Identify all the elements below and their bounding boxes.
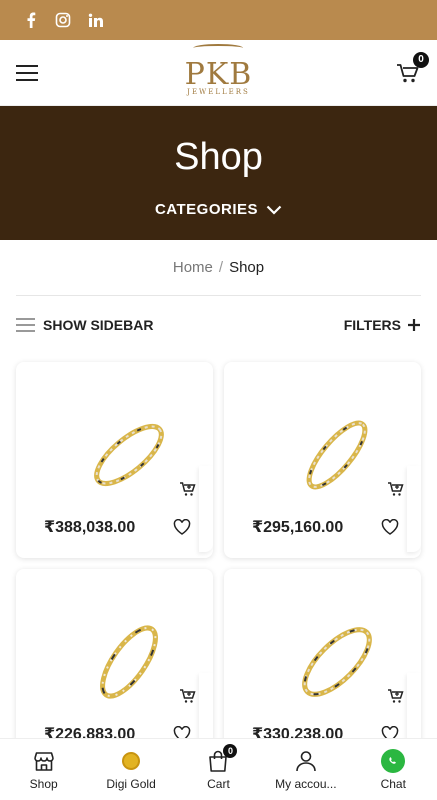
show-sidebar-button[interactable]: SHOW SIDEBAR (16, 317, 153, 333)
card-action-strip (199, 466, 213, 552)
header-cart-button[interactable]: 0 (395, 51, 429, 86)
add-to-cart-icon[interactable] (179, 480, 197, 498)
product-price: ₹295,160.00 (252, 519, 344, 536)
nav-cart-badge: 0 (223, 744, 238, 758)
page-title: Shop (174, 136, 263, 178)
categories-label: CATEGORIES (154, 201, 259, 218)
product-image[interactable] (84, 624, 174, 700)
user-icon (293, 748, 319, 774)
add-to-cart-icon[interactable] (179, 687, 197, 705)
breadcrumb-separator: / (218, 259, 224, 276)
menu-icon[interactable] (16, 64, 38, 81)
site-header: PKB JEWELLERS 0 (0, 40, 437, 106)
categories-toggle[interactable]: CATEGORIES (155, 201, 282, 218)
add-to-cart-icon[interactable] (387, 480, 405, 498)
nav-my-account[interactable]: My accou... (263, 748, 349, 791)
facebook-icon[interactable] (22, 11, 40, 29)
sidebar-lines-icon (16, 318, 35, 332)
breadcrumb-current: Shop (229, 259, 265, 276)
nav-shop[interactable]: Shop (1, 748, 87, 791)
nav-chat-label: Chat (380, 777, 406, 791)
product-card[interactable]: ₹388,038.00 (16, 362, 213, 558)
nav-cart-label: Cart (207, 777, 230, 791)
product-card[interactable]: ₹295,160.00 (224, 362, 421, 558)
product-image[interactable] (292, 417, 382, 493)
store-icon (31, 748, 57, 774)
gold-coin-icon (118, 748, 144, 774)
add-to-cart-icon[interactable] (387, 687, 405, 705)
nav-shop-label: Shop (29, 777, 58, 791)
filters-label: FILTERS (343, 317, 401, 333)
site-logo[interactable]: PKB JEWELLERS (185, 44, 253, 96)
show-sidebar-label: SHOW SIDEBAR (43, 317, 154, 333)
cart-count-badge: 0 (413, 51, 429, 68)
card-action-strip (407, 466, 421, 552)
breadcrumb: Home / Shop (16, 240, 421, 296)
product-image[interactable] (292, 624, 382, 700)
product-card[interactable]: ₹330,238.00 (224, 569, 421, 765)
nav-chat[interactable]: Chat (350, 748, 436, 791)
product-image[interactable] (84, 417, 174, 493)
instagram-icon[interactable] (54, 11, 72, 29)
bottom-navigation: Shop Digi Gold 0 Cart My accou... Chat (0, 738, 437, 800)
nav-my-account-label: My accou... (275, 777, 337, 791)
product-price: ₹388,038.00 (44, 519, 136, 536)
breadcrumb-home-link[interactable]: Home (173, 259, 213, 276)
logo-crest (193, 44, 244, 52)
nav-digi-gold[interactable]: Digi Gold (88, 748, 174, 791)
whatsapp-icon (380, 748, 406, 774)
heart-icon[interactable] (173, 519, 191, 535)
logo-subtext: JEWELLERS (187, 88, 250, 96)
page-hero: Shop CATEGORIES (0, 106, 437, 240)
linkedin-icon[interactable] (86, 11, 104, 29)
cart-bag-icon: 0 (205, 744, 238, 774)
social-topbar (0, 0, 437, 40)
heart-icon[interactable] (381, 519, 399, 535)
product-grid: ₹388,038.00 ₹295,160.00 ₹226,883.00 ₹330… (0, 354, 437, 765)
product-card[interactable]: ₹226,883.00 (16, 569, 213, 765)
plus-icon (408, 319, 420, 331)
nav-cart[interactable]: 0 Cart (175, 744, 261, 791)
logo-text: PKB (184, 57, 253, 92)
chevron-down-icon (266, 205, 282, 215)
shop-toolbar: SHOW SIDEBAR FILTERS (0, 296, 437, 354)
filters-button[interactable]: FILTERS (344, 317, 421, 333)
nav-digi-gold-label: Digi Gold (106, 777, 156, 791)
